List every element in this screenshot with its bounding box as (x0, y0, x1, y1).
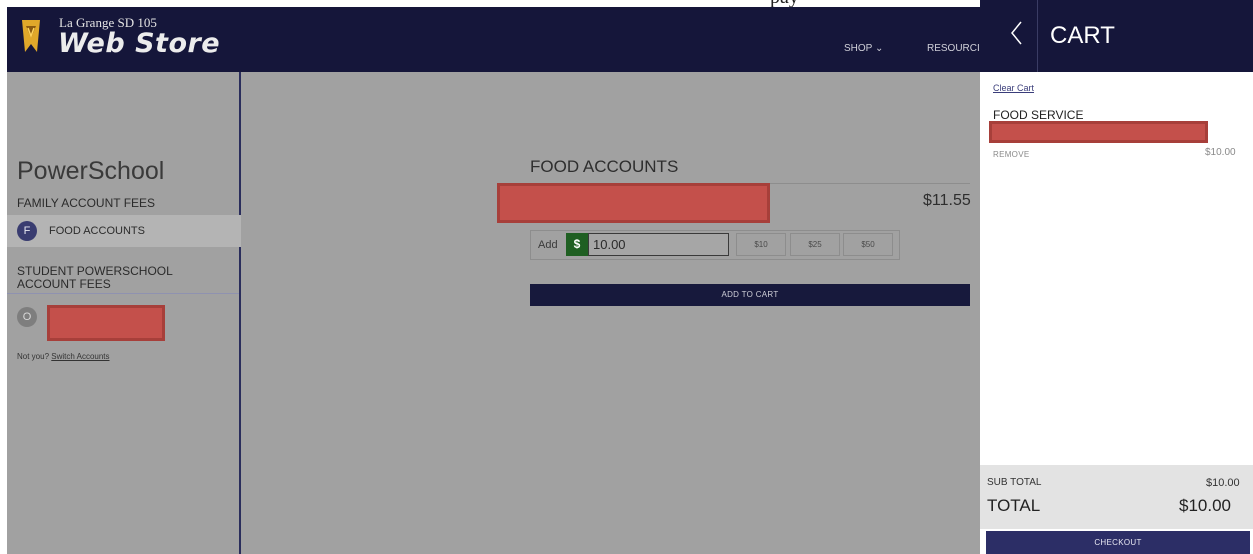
total-label: TOTAL (987, 496, 1041, 515)
add-label: Add (538, 239, 558, 251)
cart-panel: CART Clear Cart FOOD SERVICE REMOVE $10.… (980, 0, 1253, 554)
switch-accounts-link[interactable]: Switch Accounts (51, 352, 109, 361)
food-accounts-badge: F (17, 221, 37, 241)
remove-item-button[interactable]: REMOVE (993, 150, 1029, 159)
district-logo-icon (22, 20, 40, 52)
sidebar-title: PowerSchool (17, 157, 165, 185)
account-balance: $11.55 (923, 192, 971, 209)
dollar-sign-icon: $ (566, 233, 588, 256)
not-you-text: Not you? Switch Accounts (17, 352, 110, 361)
redacted-account-name (497, 183, 770, 223)
sidebar-bottom-line (7, 293, 239, 294)
preset-10-button[interactable]: $10 (736, 233, 786, 256)
total-value: $10.00 (1179, 496, 1231, 515)
clear-cart-link[interactable]: Clear Cart (993, 83, 1034, 93)
cart-header: CART (980, 0, 1253, 72)
student-avatar[interactable]: O (17, 307, 37, 327)
sidebar-item-label: FOOD ACCOUNTS (49, 225, 145, 237)
sidebar-item-food-accounts[interactable]: F FOOD ACCOUNTS (7, 215, 241, 247)
chevron-left-icon[interactable] (1005, 16, 1027, 50)
preset-50-button[interactable]: $50 (843, 233, 893, 256)
checkout-button[interactable]: CHECKOUT (986, 531, 1250, 554)
cart-item-price: $10.00 (1205, 147, 1236, 158)
web-store-logo[interactable]: Web Store (58, 28, 220, 59)
site-header: La Grange SD 105 Web Store SHOP ⌄ RESOUR… (7, 7, 980, 72)
redacted-cart-item (989, 121, 1208, 143)
section-title: FOOD ACCOUNTS (530, 157, 679, 176)
cart-category: FOOD SERVICE (993, 108, 1084, 122)
amount-input[interactable] (588, 233, 729, 256)
nav-shop-label: SHOP (844, 43, 873, 54)
chevron-down-icon: ⌄ (874, 43, 884, 54)
sidebar-divider (239, 72, 241, 554)
preset-25-button[interactable]: $25 (790, 233, 840, 256)
redacted-student-name (47, 305, 165, 341)
cart-header-divider (1037, 0, 1038, 72)
student-fees-heading: STUDENT POWERSCHOOL ACCOUNT FEES (17, 264, 173, 291)
family-fees-heading: FAMILY ACCOUNT FEES (17, 196, 156, 210)
subtotal-label: SUB TOTAL (987, 477, 1042, 488)
top-strip-text: pay (770, 0, 799, 7)
cart-title: CART (1050, 22, 1115, 49)
not-you-label: Not you? (17, 352, 50, 361)
nav-resources[interactable]: RESOURCI (927, 43, 980, 54)
add-to-cart-button[interactable]: ADD TO CART (530, 284, 970, 306)
subtotal-value: $10.00 (1206, 477, 1240, 489)
nav-shop[interactable]: SHOP ⌄ (844, 43, 883, 54)
